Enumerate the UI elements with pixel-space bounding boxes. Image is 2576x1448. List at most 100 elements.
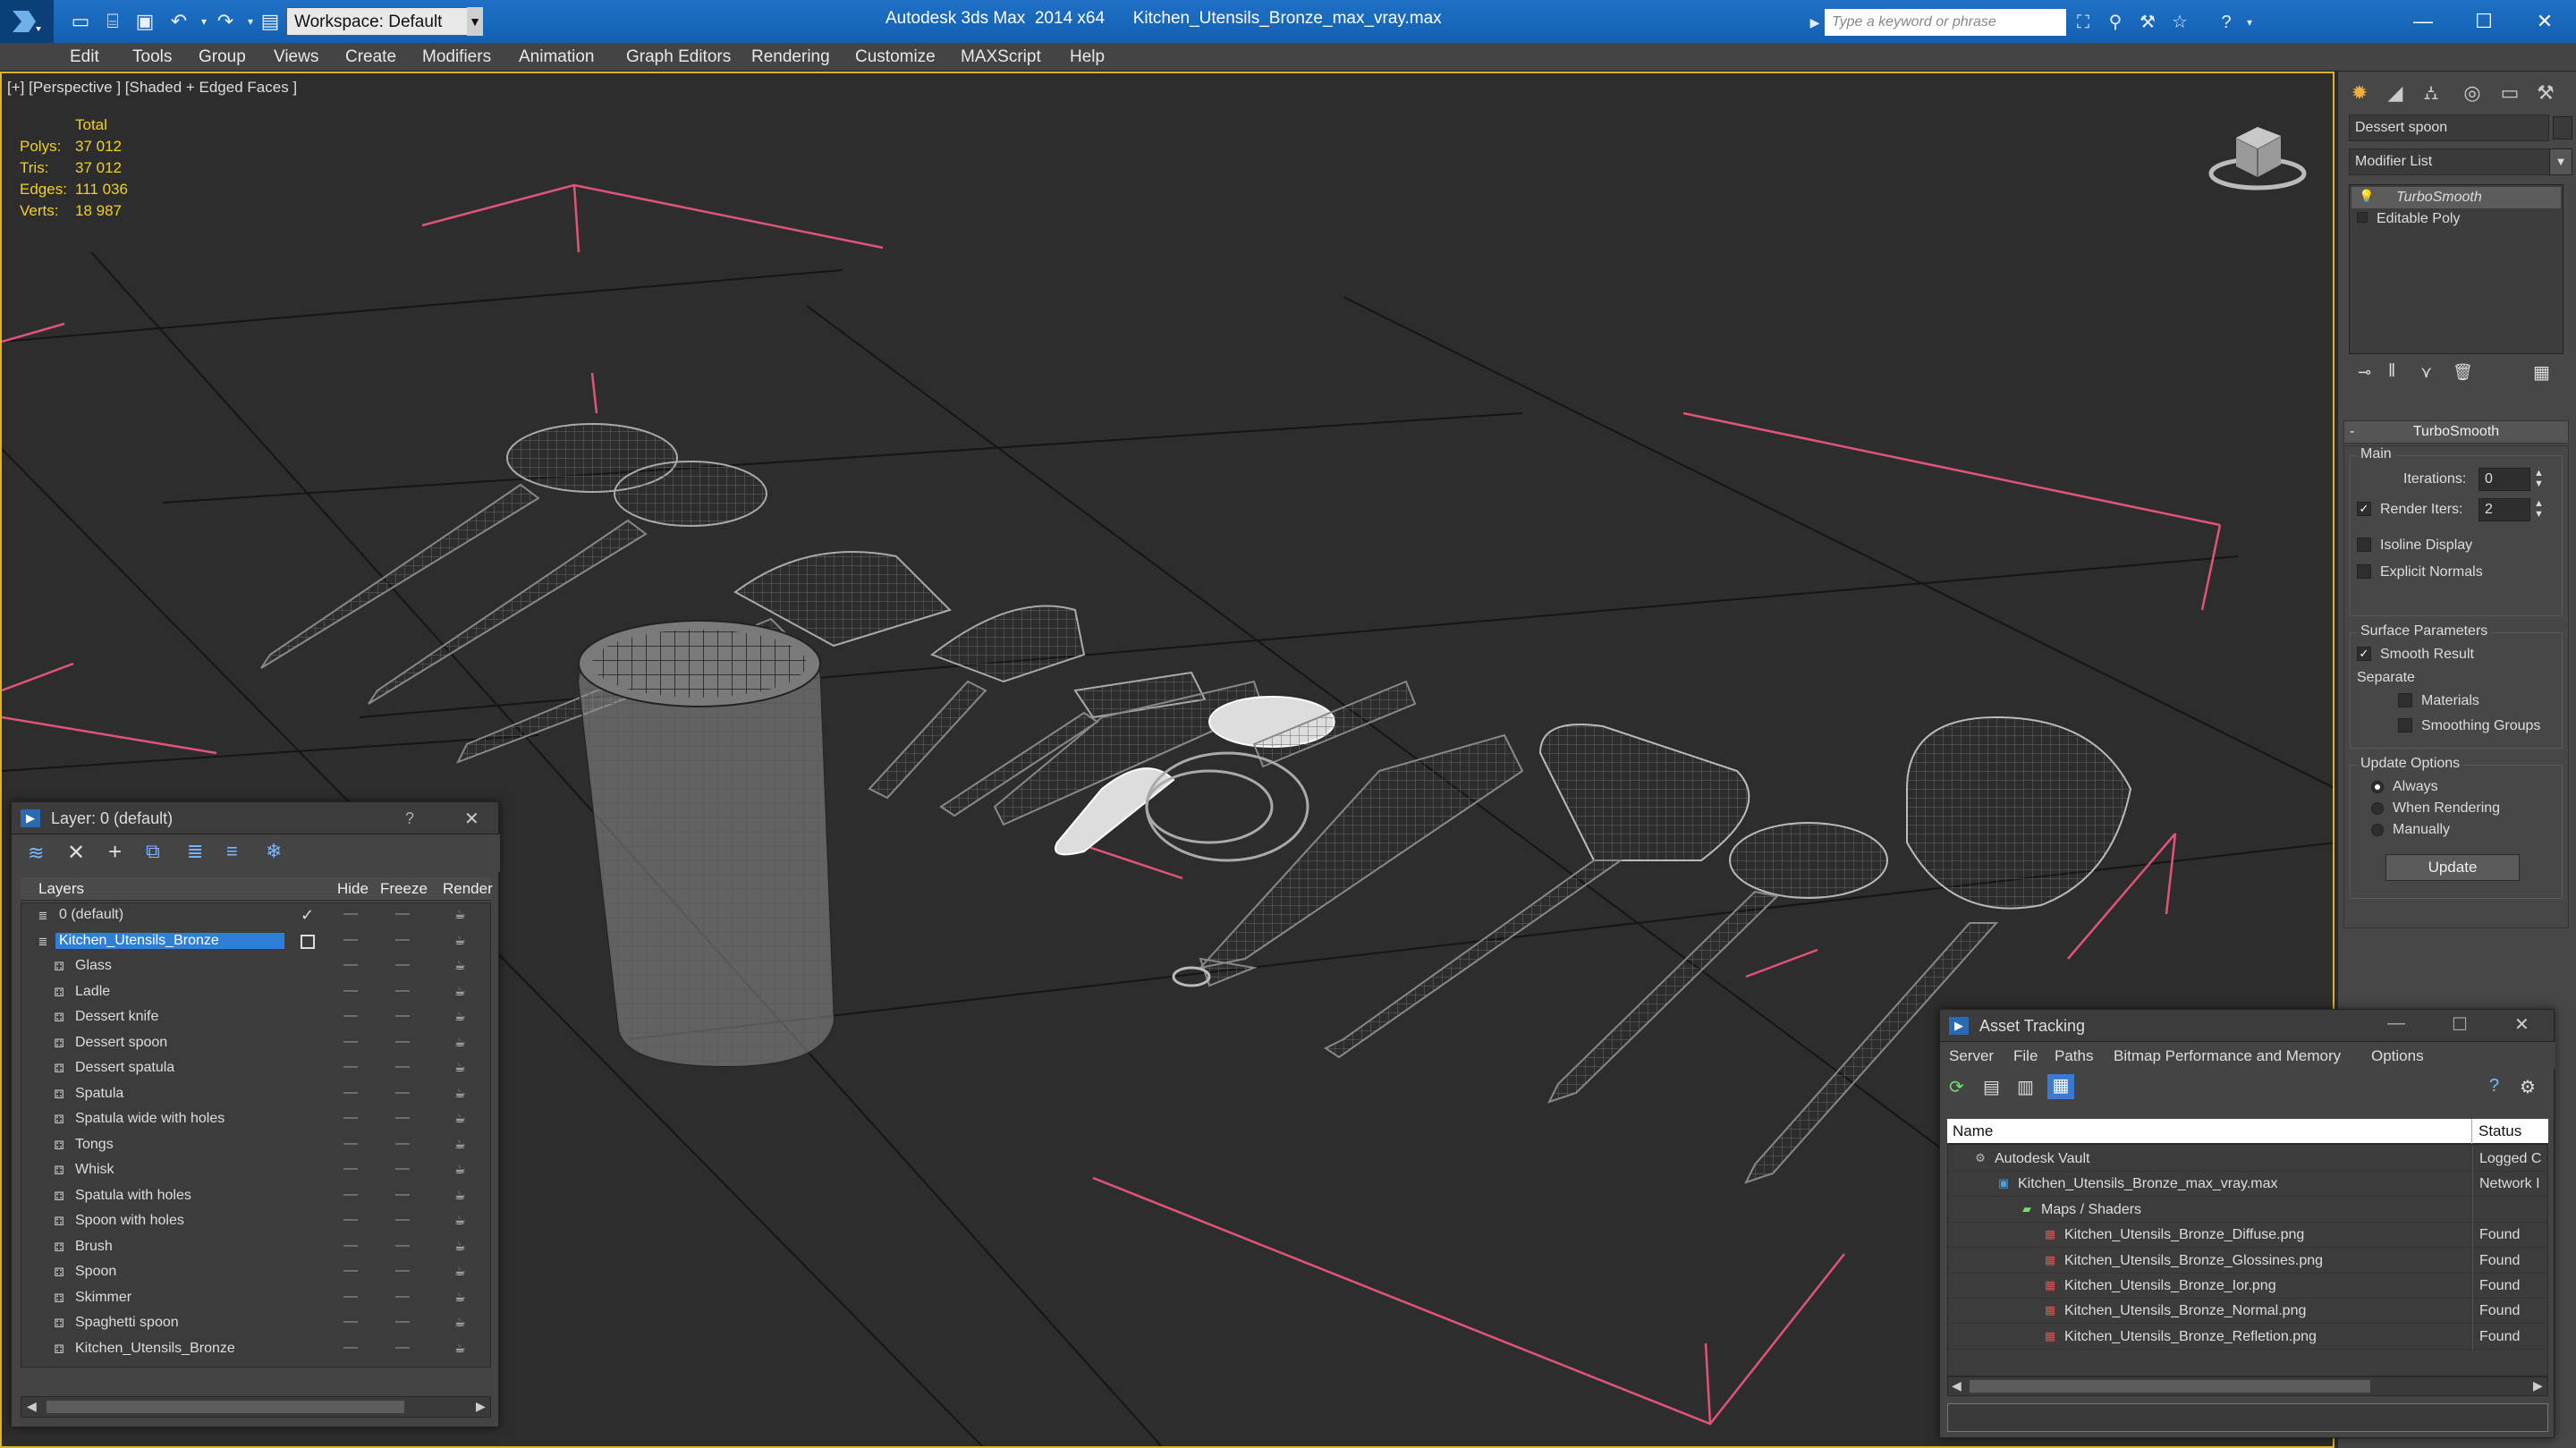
asset-dialog-titlebar[interactable]: ▶ Asset Tracking — ☐ ✕ xyxy=(1940,1010,2554,1042)
close-icon[interactable]: ✕ xyxy=(464,808,479,830)
asset-row[interactable]: ▦ Kitchen_Utensils_Bronze_Ior.png Found xyxy=(1948,1274,2547,1299)
menu-server[interactable]: Server xyxy=(1949,1047,1994,1065)
close-button[interactable]: ✕ xyxy=(2515,4,2574,39)
render-teapot-icon[interactable]: ☕ xyxy=(454,1162,466,1177)
layer-row[interactable]: ⚃ Spaghetti spoon — — ☕ xyxy=(21,1311,490,1336)
render-teapot-icon[interactable]: ☕ xyxy=(454,1315,466,1330)
hierarchy-tab-icon[interactable]: ⛼ xyxy=(2413,75,2449,111)
freeze-toggle[interactable]: — xyxy=(395,1008,410,1024)
smoothing-groups-checkbox[interactable] xyxy=(2398,718,2412,732)
materials-checkbox[interactable] xyxy=(2398,693,2412,707)
asset-row[interactable]: ▰ Maps / Shaders xyxy=(1948,1197,2547,1223)
list-view-icon[interactable]: ▤ xyxy=(1983,1076,2000,1098)
detail-view-icon[interactable]: ▥ xyxy=(2017,1076,2034,1098)
create-layer-icon[interactable]: ≋ xyxy=(28,842,44,865)
asset-path-field[interactable] xyxy=(1947,1403,2548,1432)
scroll-right-icon[interactable]: ▶ xyxy=(476,1399,486,1414)
table-view-icon[interactable]: ▦ xyxy=(2047,1074,2074,1099)
freeze-toggle[interactable]: — xyxy=(395,932,410,948)
layer-row[interactable]: ⚃ Tongs — — ☕ xyxy=(21,1133,490,1158)
search-input[interactable]: Type a keyword or phrase xyxy=(1825,9,2066,36)
hide-toggle[interactable]: — xyxy=(343,1263,358,1279)
render-teapot-icon[interactable]: ☕ xyxy=(454,984,466,999)
stack-item-editable-poly[interactable]: Editable Poly xyxy=(2351,208,2561,230)
asset-row[interactable]: ▦ Kitchen_Utensils_Bronze_Normal.png Found xyxy=(1948,1299,2547,1325)
always-radio[interactable] xyxy=(2371,781,2384,793)
hide-toggle[interactable]: — xyxy=(343,1238,358,1254)
layer-row[interactable]: ⚃ Skimmer — — ☕ xyxy=(21,1286,490,1311)
set-current-icon[interactable] xyxy=(301,934,315,949)
hide-toggle[interactable]: — xyxy=(343,1289,358,1305)
asset-row[interactable]: ▦ Kitchen_Utensils_Bronze_Diffuse.png Foun… xyxy=(1948,1223,2547,1249)
open-file-icon[interactable]: ⌸ xyxy=(100,9,125,34)
when-rendering-radio[interactable] xyxy=(2371,802,2384,815)
render-teapot-icon[interactable]: ☕ xyxy=(454,1111,466,1126)
stack-item-turbosmooth[interactable]: 💡 TurboSmooth xyxy=(2351,187,2561,208)
update-button[interactable]: Update xyxy=(2385,854,2520,881)
freeze-toggle[interactable]: — xyxy=(395,1238,410,1254)
col-freeze[interactable]: Freeze xyxy=(380,880,428,898)
freeze-icon[interactable]: ❄ xyxy=(266,840,282,863)
help-icon[interactable]: ? xyxy=(2215,11,2238,34)
current-layer-check-icon[interactable]: ✓ xyxy=(301,906,314,925)
menu-customize[interactable]: Customize xyxy=(855,43,936,72)
pin-stack-icon[interactable]: ⊸ xyxy=(2358,363,2371,382)
layer-row[interactable]: ⚃ Dessert knife — — ☕ xyxy=(21,1005,490,1030)
workspace-dropdown[interactable]: Workspace: Default xyxy=(286,7,478,36)
add-to-layer-icon[interactable]: + xyxy=(108,838,122,866)
render-teapot-icon[interactable]: ☕ xyxy=(454,1086,466,1101)
freeze-toggle[interactable]: — xyxy=(395,1161,410,1177)
freeze-toggle[interactable]: — xyxy=(395,906,410,922)
freeze-toggle[interactable]: — xyxy=(395,1340,410,1356)
help-icon[interactable]: ? xyxy=(405,809,414,828)
hide-toggle[interactable]: — xyxy=(343,1161,358,1177)
object-name-field[interactable]: Dessert spoon xyxy=(2349,114,2549,141)
freeze-toggle[interactable]: — xyxy=(395,1110,410,1126)
layer-row[interactable]: ≣ Kitchen_Utensils_Bronze — — ☕ xyxy=(21,929,490,954)
layer-row[interactable]: ≣ 0 (default) ✓ — — ☕ xyxy=(21,903,490,928)
menu-edit[interactable]: Edit xyxy=(70,43,99,72)
col-name[interactable]: Name xyxy=(1953,1122,1993,1140)
binoculars-icon[interactable]: ⛶ xyxy=(2072,11,2095,34)
hide-toggle[interactable]: — xyxy=(343,1314,358,1330)
layer-row[interactable]: ⚃ Whisk — — ☕ xyxy=(21,1158,490,1183)
col-layers[interactable]: Layers xyxy=(38,880,84,898)
motion-tab-icon[interactable]: ◎ xyxy=(2454,75,2490,111)
explicit-normals-checkbox[interactable] xyxy=(2357,564,2371,579)
asset-row[interactable]: ▦ Kitchen_Utensils_Bronze_Glossines.png Fo… xyxy=(1948,1248,2547,1274)
minimize-button[interactable]: — xyxy=(2387,1013,2405,1034)
hide-toggle[interactable]: — xyxy=(343,1034,358,1050)
scroll-left-icon[interactable]: ◀ xyxy=(1952,1378,1962,1393)
layer-row[interactable]: ⚃ Glass — — ☕ xyxy=(21,954,490,979)
hide-toggle[interactable]: — xyxy=(343,1187,358,1203)
expand-icon[interactable] xyxy=(2357,212,2368,223)
render-teapot-icon[interactable]: ☕ xyxy=(454,1264,466,1279)
chevron-down-icon[interactable]: ▼ xyxy=(2549,148,2572,175)
layer-row[interactable]: ⚃ Spatula wide with holes — — ☕ xyxy=(21,1107,490,1132)
menu-tools[interactable]: Tools xyxy=(132,43,172,72)
asset-row[interactable]: ▦ Kitchen_Utensils_Bronze_Refletion.png Fo… xyxy=(1948,1324,2547,1350)
layer-row[interactable]: ⚃ Dessert spoon — — ☕ xyxy=(21,1031,490,1056)
render-teapot-icon[interactable]: ☕ xyxy=(454,1188,466,1203)
menu-maxscript[interactable]: MAXScript xyxy=(961,43,1041,72)
project-folder-icon[interactable]: ▤ xyxy=(258,9,283,34)
render-teapot-icon[interactable]: ☕ xyxy=(454,1290,466,1305)
scroll-right-icon[interactable]: ▶ xyxy=(2533,1378,2543,1393)
layer-row[interactable]: ⚃ Kitchen_Utensils_Bronze — — ☕ xyxy=(21,1337,490,1362)
col-render[interactable]: Render xyxy=(443,880,493,898)
hide-unhide-icon[interactable]: ≡ xyxy=(226,840,238,863)
create-tab-icon[interactable]: ✹ xyxy=(2342,75,2377,111)
col-status[interactable]: Status xyxy=(2479,1122,2521,1140)
layer-row[interactable]: ⚃ Dessert spatula — — ☕ xyxy=(21,1056,490,1081)
freeze-toggle[interactable]: — xyxy=(395,1289,410,1305)
render-teapot-icon[interactable]: ☕ xyxy=(454,1239,466,1254)
hide-toggle[interactable]: — xyxy=(343,1340,358,1356)
help-icon[interactable]: ? xyxy=(2489,1076,2499,1097)
show-end-result-icon[interactable]: ‖ xyxy=(2388,361,2395,382)
freeze-toggle[interactable]: — xyxy=(395,1136,410,1152)
menu-file[interactable]: File xyxy=(2013,1047,2038,1065)
layer-row[interactable]: ⚃ Spoon with holes — — ☕ xyxy=(21,1209,490,1234)
asset-row[interactable]: ▣ Kitchen_Utensils_Bronze_max_vray.max Net… xyxy=(1948,1172,2547,1198)
new-file-icon[interactable]: ▭ xyxy=(68,9,93,34)
scroll-thumb[interactable] xyxy=(47,1401,404,1413)
